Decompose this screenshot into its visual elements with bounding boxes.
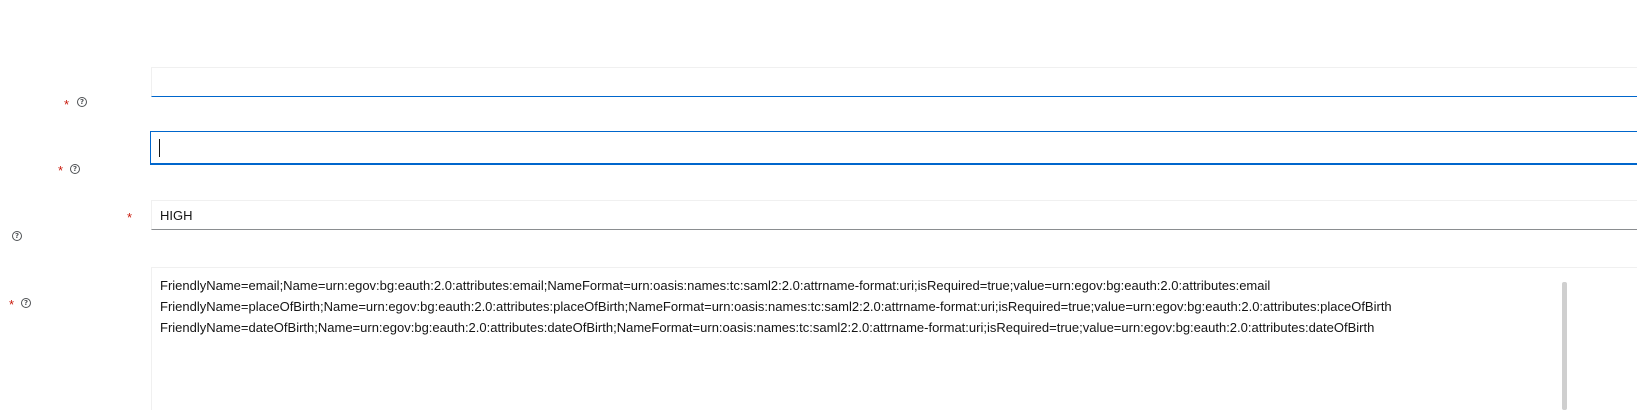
help-circle-icon[interactable]: ? xyxy=(12,231,22,241)
required-marker: * xyxy=(64,97,70,112)
text-input-2-focused[interactable] xyxy=(150,131,1637,165)
required-marker: * xyxy=(127,210,133,225)
help-circle-icon[interactable]: ? xyxy=(77,97,87,107)
attributes-textarea[interactable]: FriendlyName=email;Name=urn:egov:bg:eaut… xyxy=(151,267,1637,410)
required-marker: * xyxy=(9,297,15,312)
level-select-value: HIGH xyxy=(160,208,193,223)
help-circle-icon[interactable]: ? xyxy=(21,298,31,308)
scrollbar-thumb[interactable] xyxy=(1562,282,1567,410)
text-cursor xyxy=(159,139,160,157)
level-select[interactable]: HIGH xyxy=(151,200,1637,230)
form-page: * ? * ? * HIGH ? * ? FriendlyName=email;… xyxy=(0,0,1637,410)
required-marker: * xyxy=(58,163,64,178)
help-circle-icon[interactable]: ? xyxy=(70,164,80,174)
text-input-1[interactable] xyxy=(151,67,1637,97)
